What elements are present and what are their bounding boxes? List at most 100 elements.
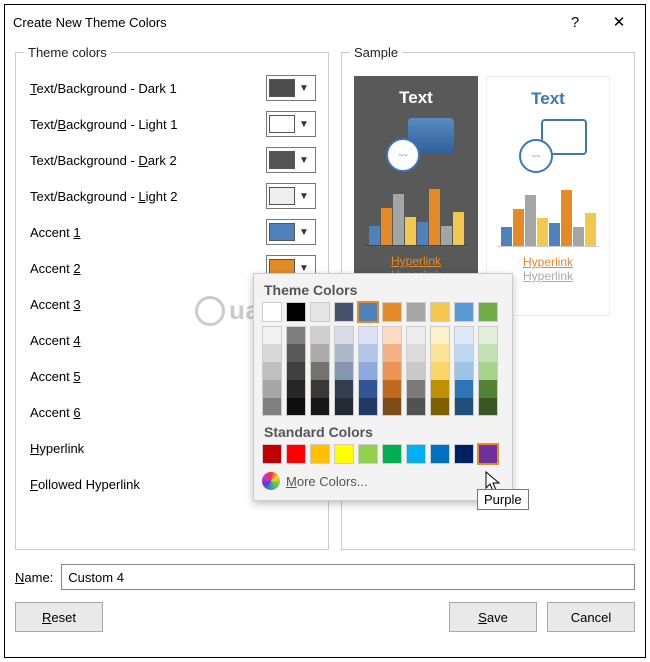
swatch-color — [269, 151, 295, 169]
theme-shade-swatch[interactable] — [286, 398, 306, 416]
theme-shade-swatch[interactable] — [286, 344, 306, 362]
theme-shade-swatch[interactable] — [358, 362, 378, 380]
popup-standard-heading: Standard Colors — [264, 424, 504, 440]
color-tooltip: Purple — [477, 489, 529, 510]
theme-shade-swatch[interactable] — [454, 380, 474, 398]
theme-shade-swatch[interactable] — [286, 362, 306, 380]
theme-shade-swatch[interactable] — [262, 326, 282, 344]
standard-color-swatch[interactable] — [478, 444, 498, 464]
theme-shade-swatch[interactable] — [334, 362, 354, 380]
theme-color-swatch[interactable] — [262, 302, 282, 322]
theme-shade-swatch[interactable] — [454, 326, 474, 344]
close-button[interactable]: ✕ — [597, 7, 641, 37]
theme-shade-swatch[interactable] — [478, 326, 498, 344]
chart-bar — [549, 223, 560, 246]
theme-shade-swatch[interactable] — [430, 344, 450, 362]
theme-color-swatch[interactable] — [310, 302, 330, 322]
theme-shade-swatch[interactable] — [334, 344, 354, 362]
name-input[interactable] — [61, 564, 635, 590]
swatch-dropdown[interactable]: ▼ — [266, 147, 316, 173]
cancel-button[interactable]: Cancel — [547, 602, 635, 632]
theme-shade-swatch[interactable] — [358, 344, 378, 362]
standard-color-swatch[interactable] — [358, 444, 378, 464]
theme-shade-swatch[interactable] — [406, 326, 426, 344]
theme-shade-swatch[interactable] — [334, 398, 354, 416]
theme-shade-swatch[interactable] — [430, 362, 450, 380]
theme-color-swatch[interactable] — [454, 302, 474, 322]
color-row: Accent 1▼ — [24, 214, 320, 250]
chart-bar — [501, 227, 512, 246]
standard-color-swatch[interactable] — [334, 444, 354, 464]
theme-shade-swatch[interactable] — [454, 398, 474, 416]
chart-bar — [405, 217, 416, 245]
theme-shade-swatch[interactable] — [310, 398, 330, 416]
theme-shade-swatch[interactable] — [286, 326, 306, 344]
swatch-dropdown[interactable]: ▼ — [266, 111, 316, 137]
theme-shade-swatch[interactable] — [310, 362, 330, 380]
help-button[interactable]: ? — [553, 7, 597, 37]
standard-color-swatch[interactable] — [454, 444, 474, 464]
chart-bar — [513, 209, 524, 246]
theme-shade-swatch[interactable] — [382, 380, 402, 398]
theme-shade-swatch[interactable] — [262, 380, 282, 398]
chart-bar — [573, 227, 584, 246]
swatch-dropdown[interactable]: ▼ — [266, 75, 316, 101]
theme-color-swatch[interactable] — [334, 302, 354, 322]
theme-shade-swatch[interactable] — [382, 362, 402, 380]
sample-chart-dark — [364, 186, 468, 246]
swatch-dropdown[interactable]: ▼ — [266, 219, 316, 245]
theme-shade-swatch[interactable] — [358, 380, 378, 398]
color-label: Text/Background - Dark 1 — [24, 81, 266, 96]
standard-color-swatch[interactable] — [286, 444, 306, 464]
theme-color-swatch[interactable] — [358, 302, 378, 322]
chart-bar — [417, 222, 428, 245]
theme-shade-swatch[interactable] — [430, 326, 450, 344]
theme-shade-swatch[interactable] — [478, 344, 498, 362]
color-label: Text/Background - Light 1 — [24, 117, 266, 132]
theme-shade-swatch[interactable] — [382, 326, 402, 344]
theme-shade-swatch[interactable] — [406, 380, 426, 398]
theme-shade-swatch[interactable] — [334, 326, 354, 344]
save-button[interactable]: Save — [449, 602, 537, 632]
theme-shade-swatch[interactable] — [478, 398, 498, 416]
theme-shade-swatch[interactable] — [430, 380, 450, 398]
standard-color-swatch[interactable] — [382, 444, 402, 464]
theme-color-swatch[interactable] — [478, 302, 498, 322]
theme-color-swatch[interactable] — [382, 302, 402, 322]
theme-shade-swatch[interactable] — [262, 344, 282, 362]
theme-shade-swatch[interactable] — [454, 362, 474, 380]
standard-color-swatch[interactable] — [262, 444, 282, 464]
theme-shade-swatch[interactable] — [406, 344, 426, 362]
theme-shade-swatch[interactable] — [382, 344, 402, 362]
color-label: Accent 6 — [24, 405, 266, 420]
theme-shade-swatch[interactable] — [478, 362, 498, 380]
reset-button[interactable]: Reset — [15, 602, 103, 632]
theme-shade-swatch[interactable] — [310, 380, 330, 398]
theme-shade-swatch[interactable] — [430, 398, 450, 416]
theme-shade-swatch[interactable] — [358, 398, 378, 416]
standard-color-swatch[interactable] — [430, 444, 450, 464]
more-colors-item[interactable]: More Colors... — [262, 470, 504, 492]
theme-shade-swatch[interactable] — [382, 398, 402, 416]
color-label: Accent 3 — [24, 297, 266, 312]
theme-shade-swatch[interactable] — [262, 362, 282, 380]
standard-color-swatch[interactable] — [406, 444, 426, 464]
name-label: Name: — [15, 570, 53, 585]
theme-shade-swatch[interactable] — [358, 326, 378, 344]
theme-shade-swatch[interactable] — [286, 380, 306, 398]
theme-color-swatch[interactable] — [406, 302, 426, 322]
chart-bar — [525, 195, 536, 246]
theme-shade-swatch[interactable] — [406, 398, 426, 416]
theme-color-swatch[interactable] — [430, 302, 450, 322]
theme-shade-swatch[interactable] — [310, 326, 330, 344]
theme-shade-swatch[interactable] — [310, 344, 330, 362]
theme-shade-swatch[interactable] — [406, 362, 426, 380]
theme-shade-swatch[interactable] — [478, 380, 498, 398]
theme-shade-swatch[interactable] — [262, 398, 282, 416]
color-row: Text/Background - Dark 1▼ — [24, 70, 320, 106]
standard-color-swatch[interactable] — [310, 444, 330, 464]
theme-shade-swatch[interactable] — [334, 380, 354, 398]
swatch-dropdown[interactable]: ▼ — [266, 183, 316, 209]
theme-color-swatch[interactable] — [286, 302, 306, 322]
theme-shade-swatch[interactable] — [454, 344, 474, 362]
